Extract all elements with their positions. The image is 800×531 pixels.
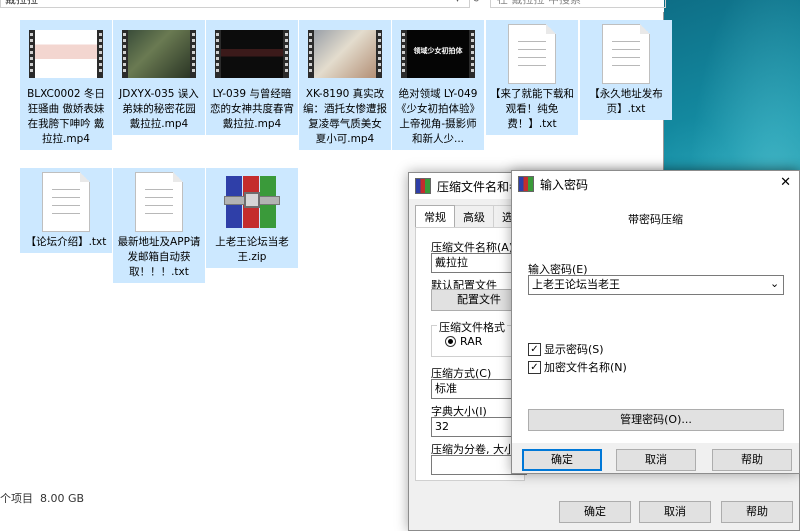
video-thumbnail-icon [308, 30, 382, 78]
file-name: XK-8190 真实改编：酒托女惨遭报复凌辱气质美女 夏小可.mp4 [303, 88, 387, 145]
file-item[interactable]: 最新地址及APP请发邮箱自动获取！！！.txt [113, 168, 205, 283]
text-file-icon [508, 24, 556, 84]
thumbnail-text: 领域少女初拍体 [413, 47, 463, 55]
refresh-icon[interactable]: ⟳ [473, 0, 481, 5]
file-item[interactable]: BLXC0002 冬日狂骚曲 傲娇表妹在我胯下呻吟 戴拉拉.mp4 [20, 20, 112, 150]
encrypt-filenames-checkbox[interactable]: ✓ 加密文件名称(N) [528, 359, 627, 375]
tab-advanced[interactable]: 高级 [455, 205, 494, 228]
compress-cancel-button[interactable]: 取消 [639, 501, 711, 523]
item-count-label: 个项目 [0, 492, 33, 505]
file-name: BLXC0002 冬日狂骚曲 傲娇表妹在我胯下呻吟 戴拉拉.mp4 [27, 88, 105, 145]
text-file-icon [135, 172, 183, 232]
file-item[interactable]: LY-039 与曾经暗恋的女神共度春宵 戴拉拉.mp4 [206, 20, 298, 135]
dropdown-arrow-icon[interactable]: ▾ [455, 0, 460, 5]
tab-strip: 常规 高级 选 [415, 205, 522, 228]
file-name: 【论坛介绍】.txt [25, 236, 107, 248]
address-bar[interactable]: 戴拉拉 [0, 0, 470, 8]
navigation-pane-edge [0, 14, 16, 484]
password-cancel-button[interactable]: 取消 [616, 449, 696, 471]
show-password-label: 显示密码(S) [544, 343, 604, 356]
file-item[interactable]: JDXYX-035 误入弟妹的秘密花园 戴拉拉.mp4 [113, 20, 205, 135]
password-dialog: 输入密码 ✕ 带密码压缩 输入密码(E) 上老王论坛当老王 ⌄ ✓ 显示密码(S)… [511, 170, 800, 474]
file-name: 【来了就能下载和观看！纯免费！】.txt [490, 88, 574, 130]
file-item[interactable]: 上老王论坛当老王.zip [206, 168, 298, 268]
text-file-icon [42, 172, 90, 232]
address-strip: 戴拉拉 ▾ ⟳ 在 戴拉拉 中搜索 [0, 0, 666, 12]
checkbox-check-icon: ✓ [528, 360, 541, 374]
password-dialog-title: 输入密码 [540, 177, 589, 192]
video-thumbnail-icon: 领域少女初拍体 [401, 30, 475, 78]
file-name: LY-039 与曾经暗恋的女神共度春宵 戴拉拉.mp4 [210, 88, 294, 130]
close-icon[interactable]: ✕ [780, 175, 791, 190]
text-file-icon [602, 24, 650, 84]
file-name: 上老王论坛当老王.zip [215, 236, 289, 263]
compress-help-button[interactable]: 帮助 [721, 501, 793, 523]
file-name: 最新地址及APP请发邮箱自动获取！！！.txt [117, 236, 201, 278]
password-ok-button[interactable]: 确定 [522, 449, 602, 471]
chevron-down-icon[interactable]: ⌄ [770, 277, 779, 290]
tab-general[interactable]: 常规 [415, 205, 455, 228]
encrypt-filenames-label: 加密文件名称(N) [544, 361, 627, 374]
winrar-icon [518, 176, 534, 192]
format-rar-radio[interactable]: RAR [445, 335, 482, 348]
format-rar-label: RAR [460, 335, 483, 348]
password-input[interactable]: 上老王论坛当老王 [528, 275, 784, 295]
password-dialog-titlebar[interactable]: 输入密码 ✕ [512, 171, 799, 197]
file-name: 【永久地址发布页】.txt [589, 88, 663, 115]
video-thumbnail-icon [29, 30, 103, 78]
password-help-button[interactable]: 帮助 [712, 449, 792, 471]
file-name: JDXYX-035 误入弟妹的秘密花园 戴拉拉.mp4 [119, 88, 199, 130]
manage-passwords-button[interactable]: 管理密码(O)... [528, 409, 784, 431]
checkbox-check-icon: ✓ [528, 342, 541, 356]
winrar-icon [415, 178, 431, 194]
file-name: 绝对领域 LY-049《少女初拍体验》上帝视角-摄影师和新人少... [396, 88, 480, 145]
video-thumbnail-icon [215, 30, 289, 78]
winrar-archive-icon [222, 172, 282, 232]
password-heading: 带密码压缩 [628, 213, 683, 226]
file-item[interactable]: 【永久地址发布页】.txt [580, 20, 672, 120]
file-item[interactable]: 领域少女初拍体 绝对领域 LY-049《少女初拍体验》上帝视角-摄影师和新人少.… [392, 20, 484, 150]
file-item[interactable]: 【论坛介绍】.txt [20, 168, 112, 253]
password-dialog-body [512, 197, 799, 443]
format-label: 压缩文件格式 [437, 319, 507, 335]
status-bar: 个项目 8.00 GB [0, 490, 84, 506]
video-thumbnail-icon [122, 30, 196, 78]
total-size: 8.00 GB [40, 492, 85, 505]
file-item[interactable]: 【来了就能下载和观看！纯免费！】.txt [486, 20, 578, 135]
show-password-checkbox[interactable]: ✓ 显示密码(S) [528, 341, 604, 357]
compress-ok-button[interactable]: 确定 [559, 501, 631, 523]
file-item[interactable]: XK-8190 真实改编：酒托女惨遭报复凌辱气质美女 夏小可.mp4 [299, 20, 391, 150]
search-input[interactable]: 在 戴拉拉 中搜索 [490, 0, 666, 8]
